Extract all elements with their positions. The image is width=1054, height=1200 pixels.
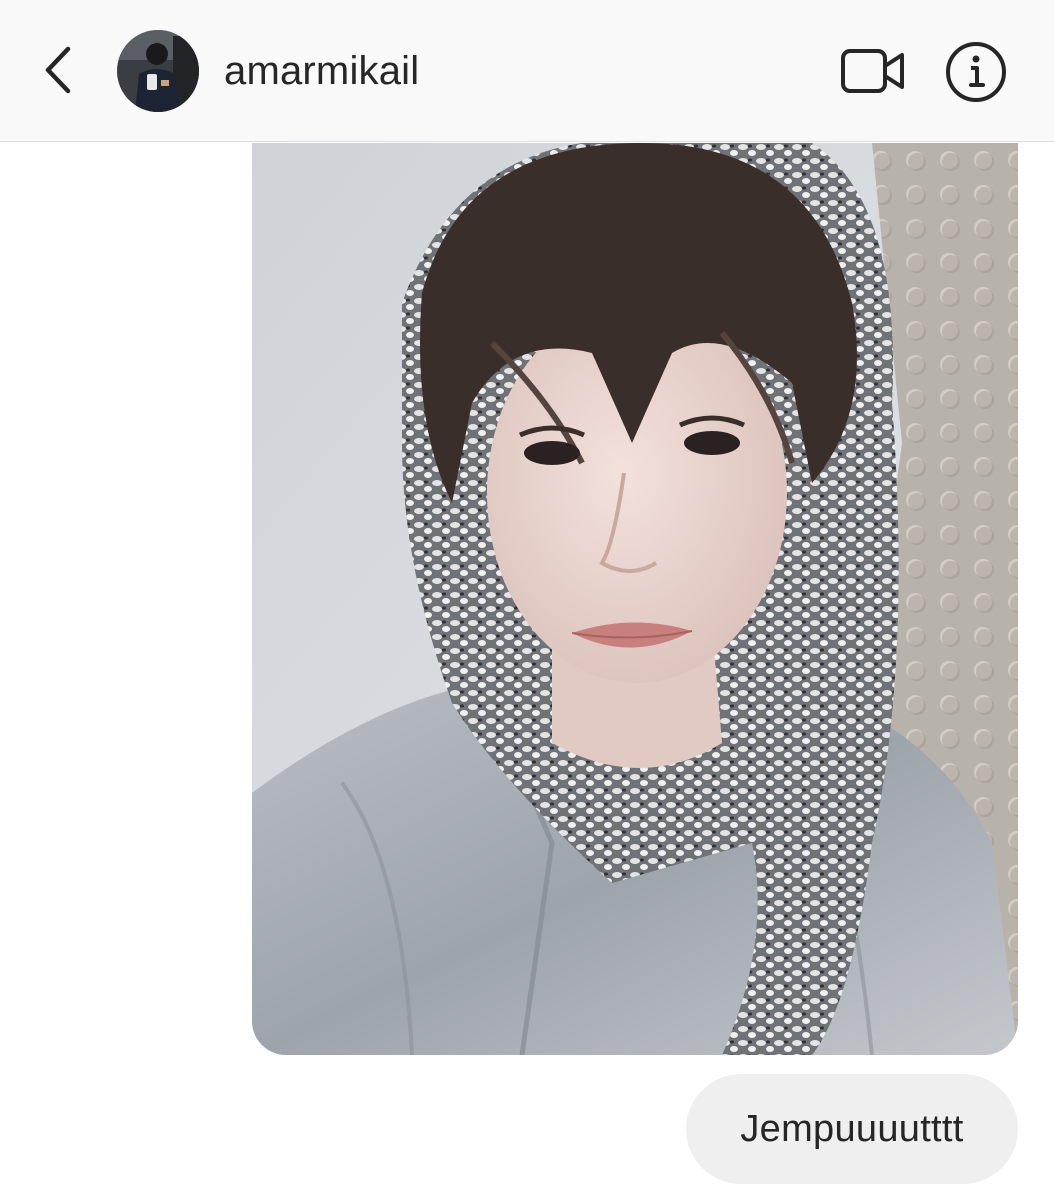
video-camera-icon [841,49,904,93]
message-text: Jempuuuutttt [740,1108,964,1150]
chat-username[interactable]: amarmikail [224,48,419,94]
conversation-info-button[interactable] [940,40,1012,104]
selfie-photo [252,143,1018,1055]
video-call-button[interactable] [836,40,910,102]
photo-message[interactable] [252,143,1018,1055]
avatar[interactable] [117,30,199,112]
chat-header: amarmikail [0,0,1054,142]
chevron-left-icon [45,46,71,94]
info-icon [946,42,1006,102]
message-bubble[interactable]: Jempuuuutttt [686,1074,1018,1184]
back-button[interactable] [30,40,86,100]
direct-message-screen: amarmikail Jempuuuutttt [0,0,1054,1200]
